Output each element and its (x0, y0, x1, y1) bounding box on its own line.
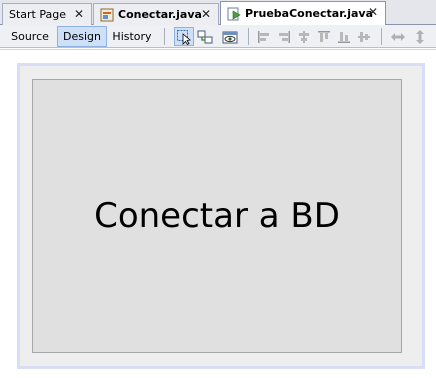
tab-label: PruebaConectar.java (245, 7, 374, 20)
center-vertically-icon[interactable] (354, 27, 374, 46)
tab-start-page[interactable]: Start Page ✕ (2, 3, 92, 25)
preview-design-icon[interactable] (220, 27, 240, 46)
center-horizontally-icon[interactable] (294, 27, 314, 46)
source-view-button[interactable]: Source (4, 26, 56, 47)
close-icon[interactable]: ✕ (200, 8, 212, 20)
design-view-button[interactable]: Design (57, 26, 107, 47)
design-canvas[interactable]: Conectar a BD (0, 49, 436, 378)
align-right-icon[interactable] (274, 27, 294, 46)
resize-vertically-icon[interactable] (410, 27, 430, 46)
tab-pruebaconectar-java[interactable]: PruebaConectar.java ✕ (220, 1, 386, 25)
editor-toolbar: Source Design History (0, 25, 436, 48)
tab-conectar-java[interactable]: Conectar.java ✕ (93, 3, 219, 25)
toolbar-separator (248, 28, 249, 45)
connection-mode-icon[interactable] (195, 27, 215, 46)
align-left-icon[interactable] (254, 27, 274, 46)
form-title-label[interactable]: Conectar a BD (94, 196, 340, 236)
close-icon[interactable]: ✕ (367, 6, 379, 18)
tab-label: Conectar.java (118, 8, 202, 21)
align-top-icon[interactable] (314, 27, 334, 46)
form-run-file-icon (227, 7, 241, 21)
toolbar-separator (381, 28, 382, 45)
resize-horizontally-icon[interactable] (388, 27, 408, 46)
jframe-form[interactable]: Conectar a BD (17, 63, 425, 369)
align-bottom-icon[interactable] (334, 27, 354, 46)
form-file-icon (100, 8, 114, 22)
tab-label: Start Page (9, 8, 66, 21)
history-view-button[interactable]: History (108, 26, 156, 47)
selection-mode-icon[interactable] (174, 27, 194, 46)
close-icon[interactable]: ✕ (73, 8, 85, 20)
toolbar-separator (164, 28, 165, 45)
jpanel-component[interactable]: Conectar a BD (32, 79, 402, 353)
editor-tab-strip: Start Page ✕ Conectar.java ✕ PruebaConec… (0, 0, 436, 25)
